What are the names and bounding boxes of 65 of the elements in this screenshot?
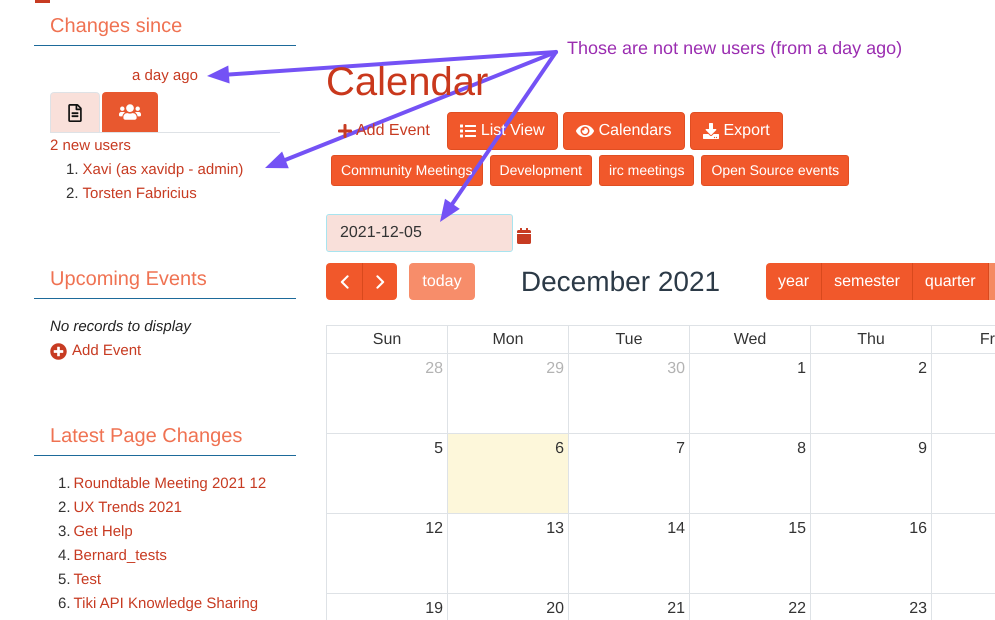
date-field[interactable]: 2021-12-05 xyxy=(326,214,513,252)
next-button[interactable] xyxy=(362,263,397,300)
day-cell: 8 xyxy=(690,434,811,514)
day-cell: 14 xyxy=(569,514,690,594)
user-link[interactable]: Torsten Fabricius xyxy=(82,182,197,206)
day-cell: 29 xyxy=(448,354,569,434)
view-button[interactable]: quarter xyxy=(912,263,988,300)
tab[interactable] xyxy=(50,92,100,132)
period-link[interactable]: a day ago xyxy=(132,67,198,85)
day-cell: 15 xyxy=(690,514,811,594)
list-number: 6. xyxy=(58,594,71,614)
list-number: 3. xyxy=(58,522,71,542)
list-number: 2. xyxy=(66,184,79,204)
eye-icon xyxy=(576,123,594,139)
weekday-header: Fr xyxy=(932,326,995,354)
calendar-filter-button[interactable]: Community Meetings xyxy=(331,155,482,186)
page-link[interactable]: Roundtable Meeting 2021 12 xyxy=(74,472,266,496)
day-cell: 30 xyxy=(569,354,690,434)
user-link[interactable]: Xavi (as xavidp - admin) xyxy=(82,158,244,182)
view-button[interactable]: year xyxy=(766,263,822,300)
page-link[interactable]: Get Help xyxy=(74,520,133,544)
cropped-icon xyxy=(35,0,50,3)
day-cell: 6 xyxy=(448,434,569,514)
day-cell: 13 xyxy=(448,514,569,594)
download-icon xyxy=(702,123,718,139)
annotation-text: Those are not new users (from a day ago) xyxy=(567,37,902,59)
document-icon xyxy=(68,104,82,122)
list-icon xyxy=(460,123,476,139)
calendar-filter-button[interactable]: Development xyxy=(490,155,592,186)
day-cell: 1 xyxy=(690,354,811,434)
chevron-left-icon xyxy=(340,274,348,288)
day-cell: 16 xyxy=(811,514,932,594)
calendar-icon[interactable] xyxy=(517,228,531,244)
empty-message: No records to display xyxy=(50,318,192,336)
page-link[interactable]: Bernard_tests xyxy=(74,544,167,568)
day-cell: 28 xyxy=(327,354,448,434)
page-title: Calendar xyxy=(326,59,488,105)
section-heading: Changes since xyxy=(34,14,296,46)
section-heading: Upcoming Events xyxy=(34,267,296,299)
page-link[interactable]: UX Trends 2021 xyxy=(74,496,182,520)
day-cell: 2 xyxy=(811,354,932,434)
users-icon xyxy=(119,103,141,121)
previous-button[interactable] xyxy=(326,263,362,300)
list-number: 5. xyxy=(58,570,71,590)
section-heading: Latest Page Changes xyxy=(34,424,296,456)
summary-text: 2 new users xyxy=(50,137,132,155)
day-cell: 7 xyxy=(569,434,690,514)
chevron-right-icon xyxy=(376,274,384,288)
view-button[interactable]: semester xyxy=(821,263,912,300)
list-number: 1. xyxy=(66,160,79,180)
plus-icon xyxy=(338,123,352,139)
page-link[interactable]: Tiki API Knowledge Sharing xyxy=(74,592,258,616)
list-number: 1. xyxy=(58,474,71,494)
list-number: 4. xyxy=(58,546,71,566)
day-cell: 5 xyxy=(327,434,448,514)
toolbar-button[interactable]: Export xyxy=(690,112,783,150)
day-cell: 12 xyxy=(327,514,448,594)
toolbar-button[interactable]: Calendars xyxy=(562,112,684,150)
day-cell: 9 xyxy=(811,434,932,514)
calendar-filter-button[interactable]: irc meetings xyxy=(599,155,694,186)
calendar-filter-button[interactable]: Open Source events xyxy=(701,155,850,186)
add-event-link[interactable]: Add Event xyxy=(50,342,142,360)
page-link[interactable]: Test xyxy=(74,568,102,592)
month-title: December 2021 xyxy=(520,264,720,298)
list-number: 2. xyxy=(58,498,71,518)
